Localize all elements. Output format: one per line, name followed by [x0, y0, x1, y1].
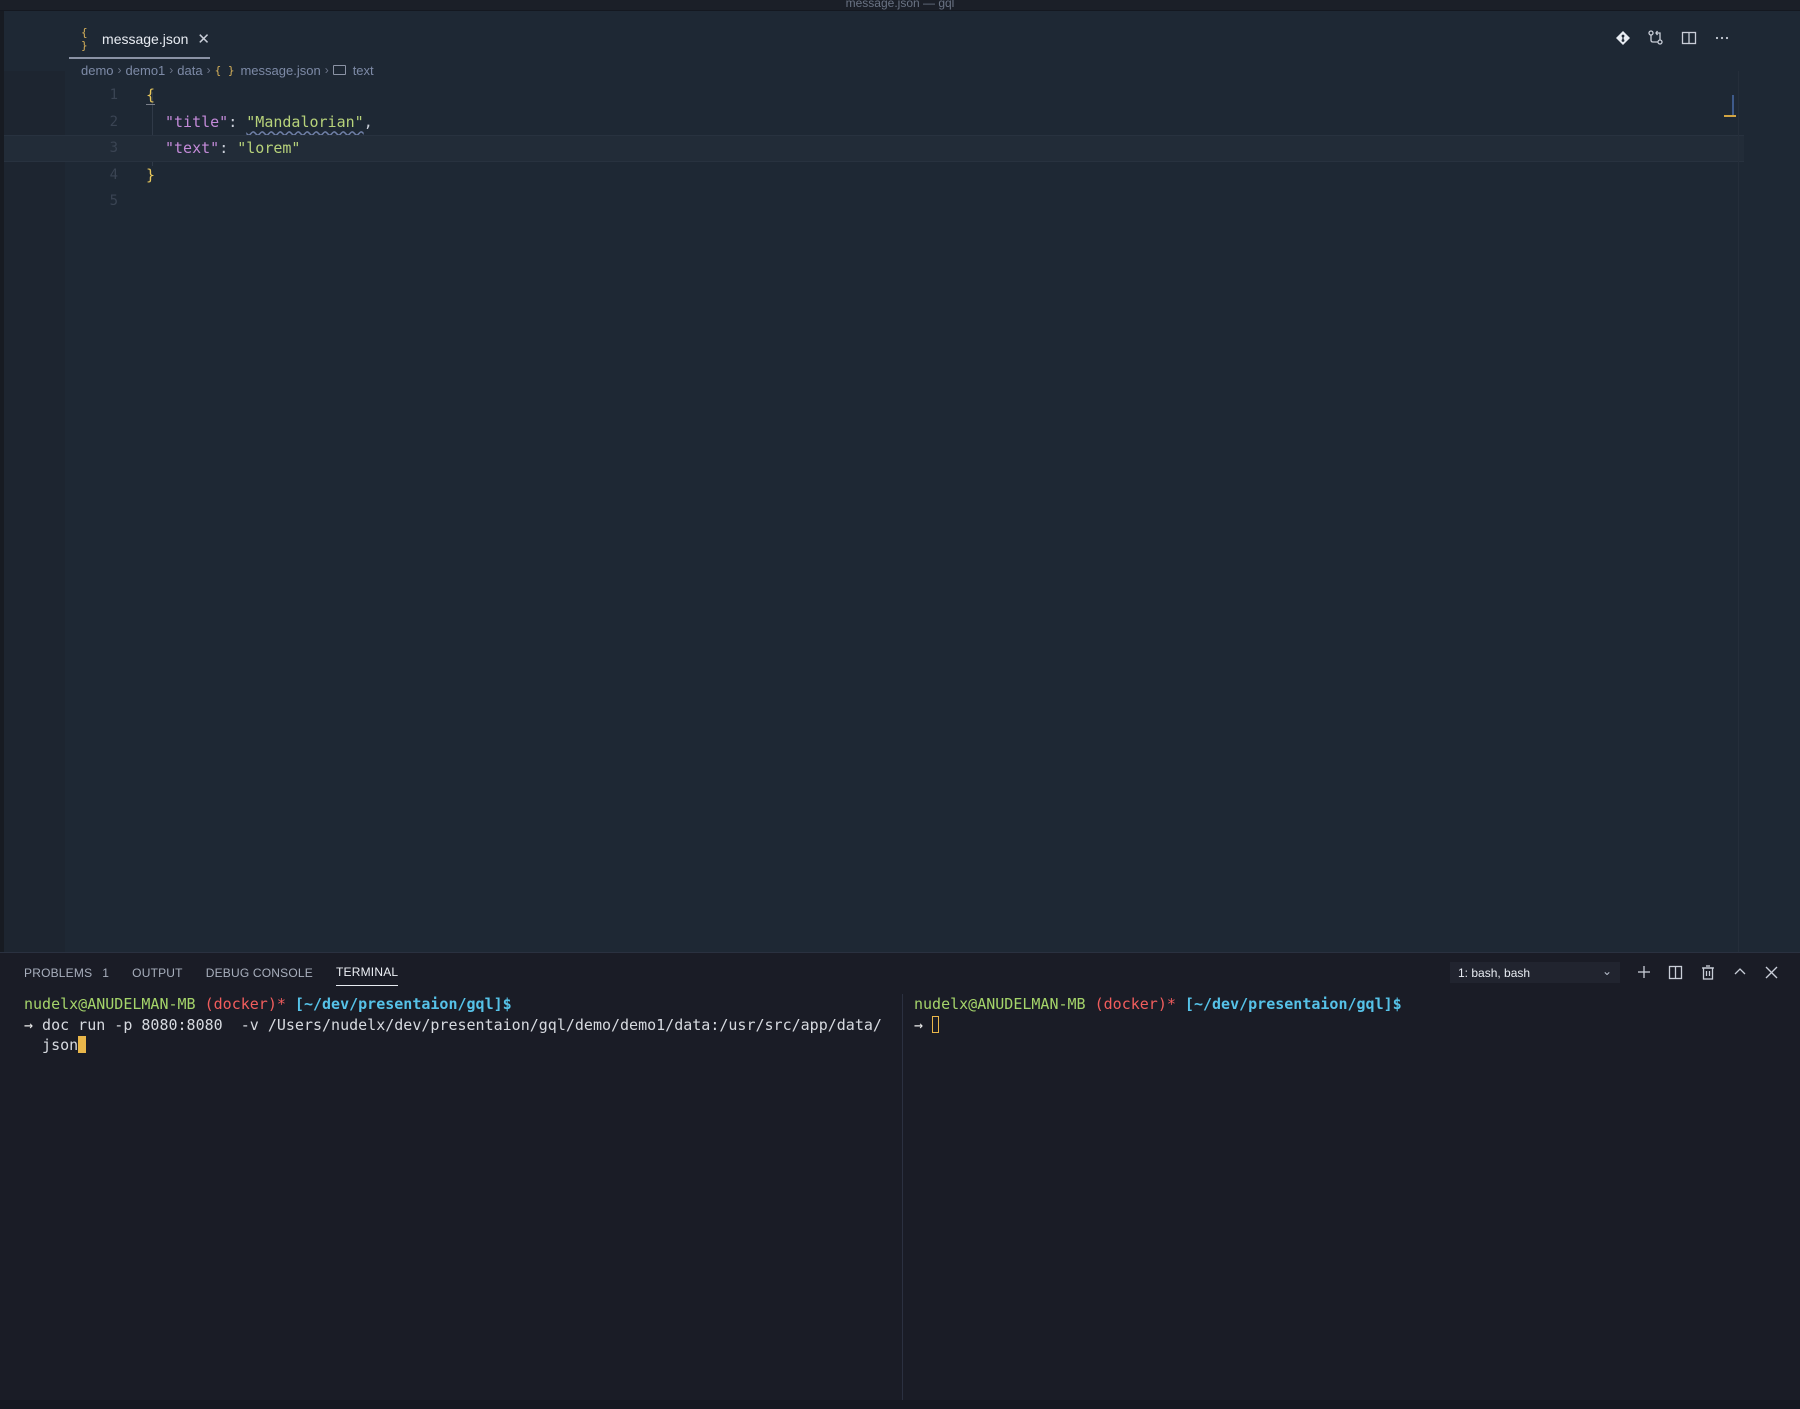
- prompt-user: nudelx@ANUDELMAN-MB: [914, 995, 1086, 1013]
- line-number: 4: [109, 166, 118, 183]
- colon: :: [228, 112, 247, 131]
- comma: ,: [363, 112, 373, 131]
- json-string-value: "Mandalorian": [246, 112, 364, 131]
- maximize-icon[interactable]: [1731, 962, 1748, 982]
- minimap-edge: [1738, 71, 1739, 952]
- prompt-arrow: →: [24, 1015, 34, 1034]
- terminal-pane-right[interactable]: nudelx@ANUDELMAN-MB (docker)* [~/dev/pre…: [914, 994, 1784, 1404]
- overview-ruler-mark: [1732, 95, 1734, 115]
- panel-tabs: PROBLEMS 1 OUTPUT DEBUG CONSOLE TERMINAL: [24, 965, 421, 986]
- terminal-select[interactable]: 1: bash, bash ⌄: [1450, 962, 1620, 983]
- prompt-git-branch: (docker)*: [1085, 995, 1176, 1013]
- close-icon[interactable]: ✕: [197, 30, 210, 48]
- chevron-down-icon: ⌄: [1601, 964, 1612, 978]
- breadcrumb-item-demo1[interactable]: demo1: [126, 63, 166, 78]
- more-actions-icon[interactable]: [1713, 29, 1730, 46]
- terminal-pane-left[interactable]: nudelx@ANUDELMAN-MB (docker)* [~/dev/pre…: [24, 994, 894, 1404]
- breadcrumb-item-data[interactable]: data: [177, 63, 202, 78]
- code-line-active: 3 "text": "lorem": [4, 135, 1744, 162]
- tab-terminal[interactable]: TERMINAL: [336, 965, 399, 986]
- code-editor[interactable]: 1 { 2 "title": "Mandalorian", 3 "text": …: [4, 82, 1744, 215]
- trash-icon[interactable]: [1699, 962, 1716, 982]
- breadcrumb-item-file[interactable]: message.json: [240, 63, 320, 78]
- terminal-command-wrap: json: [24, 1036, 79, 1054]
- code-line: 2 "title": "Mandalorian",: [4, 109, 1744, 136]
- prompt-git-branch: (docker)*: [195, 995, 286, 1013]
- problems-count-badge: 1: [102, 965, 110, 980]
- code-line: 5: [4, 188, 1744, 215]
- breadcrumb-item-symbol[interactable]: text: [353, 63, 374, 78]
- split-icon[interactable]: [1667, 962, 1684, 982]
- chevron-right-icon: ›: [324, 63, 329, 77]
- terminal-cursor: [932, 1015, 940, 1033]
- chevron-right-icon: ›: [169, 63, 174, 77]
- window-title: message.json — gql: [845, 0, 955, 10]
- prompt-arrow: →: [914, 1015, 924, 1034]
- chevron-right-icon: ›: [117, 63, 122, 77]
- line-number: 5: [109, 193, 118, 209]
- prompt-path: [~/dev/presentaion/gql]$: [285, 995, 512, 1013]
- line-number: 2: [109, 113, 118, 130]
- breadcrumb-item-demo[interactable]: demo: [81, 63, 114, 78]
- string-symbol-icon: [332, 65, 346, 75]
- source-control-icon[interactable]: [1647, 29, 1664, 46]
- panel-actions: [1635, 962, 1780, 982]
- overview-ruler-cursor: [1724, 115, 1736, 117]
- json-key: "text": [165, 139, 220, 157]
- status-bar: [0, 1400, 1800, 1409]
- code-line: 1 {: [4, 82, 1744, 109]
- open-brace: {: [146, 86, 156, 105]
- terminal-command: doc run -p 8080:8080 -v /Users/nudelx/de…: [33, 1015, 882, 1034]
- tab-debug-console[interactable]: DEBUG CONSOLE: [206, 966, 313, 986]
- git-compare-icon[interactable]: [1614, 29, 1631, 46]
- bottom-panel: PROBLEMS 1 OUTPUT DEBUG CONSOLE TERMINAL …: [0, 952, 1800, 1409]
- line-number: 3: [109, 140, 118, 156]
- tab-label: message.json: [102, 30, 189, 47]
- json-key: "title": [165, 112, 229, 131]
- tab-output[interactable]: OUTPUT: [132, 966, 183, 986]
- breadcrumb: demo › demo1 › data › { } message.json ›…: [81, 59, 374, 81]
- terminal-cursor: [78, 1036, 87, 1053]
- title-bar: message.json — gql: [0, 0, 1800, 11]
- tab-problems[interactable]: PROBLEMS 1: [24, 966, 109, 986]
- prompt-user: nudelx@ANUDELMAN-MB: [24, 995, 196, 1013]
- close-icon[interactable]: [1763, 962, 1780, 982]
- add-icon[interactable]: [1635, 962, 1652, 982]
- line-number: 1: [109, 87, 118, 103]
- terminal-split-divider[interactable]: [902, 994, 903, 1404]
- editor-actions: [1614, 29, 1730, 46]
- split-editor-icon[interactable]: [1680, 29, 1697, 46]
- close-brace: }: [146, 165, 156, 184]
- chevron-right-icon: ›: [206, 63, 211, 77]
- json-file-icon: { }: [214, 63, 235, 77]
- tab-message-json[interactable]: { } message.json ✕: [69, 20, 210, 59]
- vscode-window: message.json — gql { } message.json ✕ de…: [0, 0, 1800, 1409]
- json-file-icon: { }: [81, 25, 89, 52]
- prompt-path: [~/dev/presentaion/gql]$: [1175, 995, 1402, 1013]
- code-line: 4 }: [4, 162, 1744, 189]
- editor-area: { } message.json ✕ demo › demo1 › data ›…: [4, 11, 1800, 952]
- colon: :: [219, 139, 238, 157]
- json-string-value: "lorem": [237, 139, 301, 157]
